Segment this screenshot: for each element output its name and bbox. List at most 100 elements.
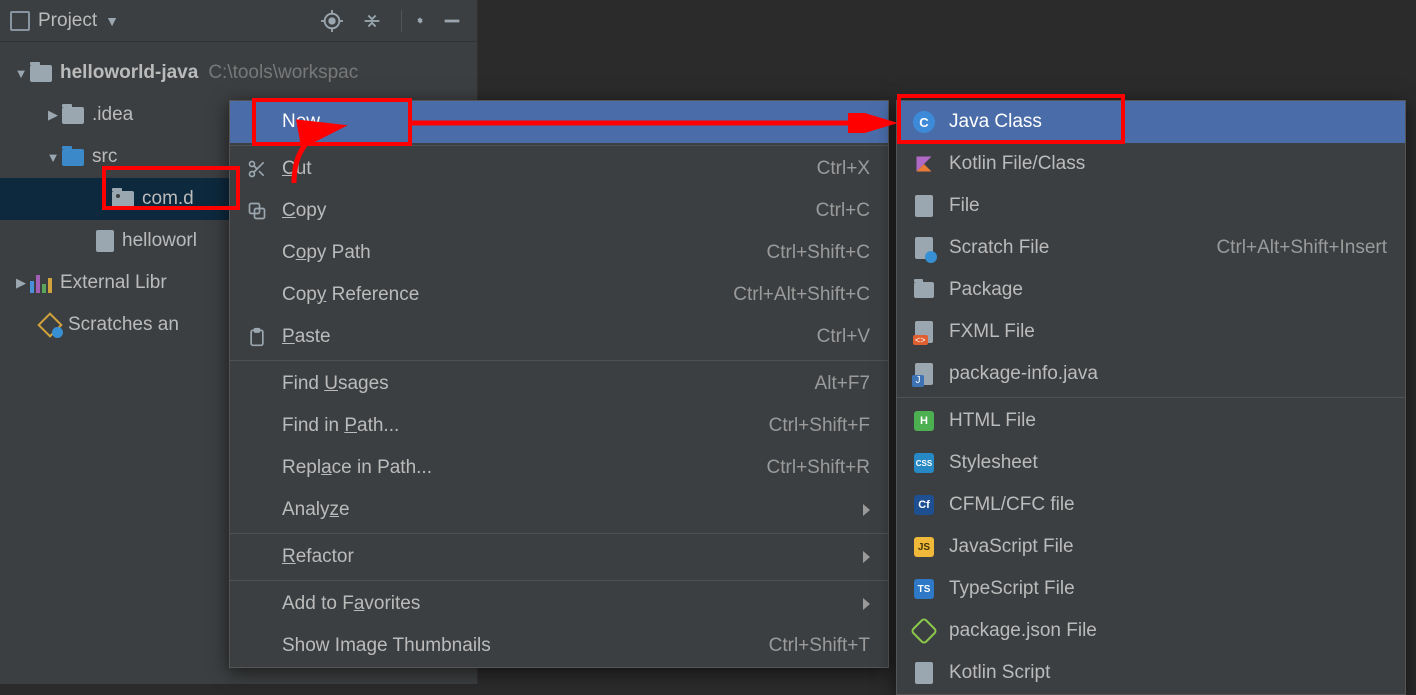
menu-label: JavaScript File [949, 536, 1074, 558]
java-file-icon [96, 230, 114, 252]
file-label: helloworl [122, 230, 197, 252]
submenu-package-json[interactable]: package.json File [897, 610, 1405, 652]
menu-label: Scratch File [949, 237, 1049, 259]
menu-find-in-path[interactable]: Find in Path... Ctrl+Shift+F [230, 405, 888, 447]
css-icon: CSS [911, 453, 937, 473]
menu-find-usages[interactable]: Find Usages Alt+F7 [230, 363, 888, 405]
submenu-fxml[interactable]: FXML File [897, 311, 1405, 353]
menu-label: Kotlin Script [949, 662, 1050, 684]
submenu-stylesheet[interactable]: CSS Stylesheet [897, 442, 1405, 484]
collapse-icon[interactable] [361, 10, 383, 32]
target-icon[interactable] [321, 10, 343, 32]
submenu-html-file[interactable]: H HTML File [897, 400, 1405, 442]
menu-label: Find Usages [282, 373, 389, 395]
menu-separator [230, 580, 888, 581]
expand-arrow-icon[interactable]: ▼ [44, 150, 62, 165]
menu-label: Copy Reference [282, 284, 419, 306]
menu-new[interactable]: New [230, 101, 888, 143]
menu-label: Package [949, 279, 1023, 301]
menu-label: TypeScript File [949, 578, 1075, 600]
menu-label: package.json File [949, 620, 1097, 642]
project-path: C:\tools\workspac [208, 62, 358, 84]
submenu-arrow-icon [863, 551, 870, 563]
sidebar-header: Project ▼ [0, 0, 477, 42]
tree-project-root[interactable]: ▼ helloworld-java C:\tools\workspac [0, 52, 477, 94]
folder-label: .idea [92, 104, 133, 126]
menu-cut[interactable]: Cut Ctrl+X [230, 148, 888, 190]
menu-copy[interactable]: Copy Ctrl+C [230, 190, 888, 232]
menu-shortcut: Ctrl+Shift+F [769, 415, 870, 437]
submenu-arrow-icon [863, 116, 870, 128]
submenu-file[interactable]: File [897, 185, 1405, 227]
submenu-scratch-file[interactable]: Scratch File Ctrl+Alt+Shift+Insert [897, 227, 1405, 269]
folder-icon [62, 107, 84, 124]
cfml-icon: Cf [911, 495, 937, 515]
menu-shortcut: Ctrl+Shift+R [767, 457, 870, 479]
menu-shortcut: Ctrl+Alt+Shift+Insert [1216, 237, 1387, 259]
menu-shortcut: Ctrl+Shift+C [767, 242, 870, 264]
menu-label: FXML File [949, 321, 1035, 343]
submenu-kotlin-script[interactable]: Kotlin Script [897, 652, 1405, 694]
menu-label: Stylesheet [949, 452, 1038, 474]
package-info-icon [911, 363, 937, 385]
cut-icon [244, 159, 270, 179]
menu-analyze[interactable]: Analyze [230, 489, 888, 531]
scratch-file-icon [911, 237, 937, 259]
expand-arrow-icon[interactable]: ▶ [44, 107, 62, 123]
scratches-label: Scratches an [68, 314, 179, 336]
menu-label: Kotlin File/Class [949, 153, 1085, 175]
menu-refactor[interactable]: Refactor [230, 536, 888, 578]
menu-shortcut: Ctrl+C [816, 200, 870, 222]
menu-shortcut: Ctrl+X [817, 158, 870, 180]
copy-icon [244, 201, 270, 221]
submenu-java-class[interactable]: C Java Class [897, 101, 1405, 143]
paste-icon [244, 327, 270, 347]
menu-label: CFML/CFC file [949, 494, 1075, 516]
menu-add-favorites[interactable]: Add to Favorites [230, 583, 888, 625]
panel-title[interactable]: Project [38, 10, 97, 32]
menu-paste[interactable]: Paste Ctrl+V [230, 316, 888, 358]
external-libs-label: External Libr [60, 272, 167, 294]
menu-label: Cut [282, 158, 312, 180]
menu-label: package-info.java [949, 363, 1098, 385]
menu-label: Java Class [949, 111, 1042, 133]
libraries-icon [30, 273, 52, 293]
dropdown-arrow-icon[interactable]: ▼ [105, 13, 119, 29]
submenu-package[interactable]: Package [897, 269, 1405, 311]
menu-separator [230, 145, 888, 146]
html-icon: H [911, 411, 937, 431]
package-folder-icon [911, 282, 937, 298]
package-icon [112, 191, 134, 208]
menu-separator [897, 397, 1405, 398]
settings-icon[interactable] [401, 10, 423, 32]
menu-label: File [949, 195, 980, 217]
expand-arrow-icon[interactable]: ▶ [12, 275, 30, 291]
project-name: helloworld-java [60, 62, 198, 84]
fxml-icon [911, 321, 937, 343]
module-icon [30, 65, 52, 82]
menu-label: Show Image Thumbnails [282, 635, 491, 657]
menu-separator [230, 533, 888, 534]
source-folder-icon [62, 149, 84, 166]
menu-copy-reference[interactable]: Copy Reference Ctrl+Alt+Shift+C [230, 274, 888, 316]
kotlin-script-icon [911, 662, 937, 684]
java-class-icon: C [911, 111, 937, 133]
minimize-icon[interactable] [441, 10, 463, 32]
panel-icon [10, 11, 30, 31]
menu-copy-path[interactable]: Copy Path Ctrl+Shift+C [230, 232, 888, 274]
submenu-arrow-icon [863, 504, 870, 516]
menu-replace-in-path[interactable]: Replace in Path... Ctrl+Shift+R [230, 447, 888, 489]
submenu-typescript[interactable]: TS TypeScript File [897, 568, 1405, 610]
expand-arrow-icon[interactable]: ▼ [12, 66, 30, 81]
submenu-kotlin[interactable]: Kotlin File/Class [897, 143, 1405, 185]
menu-label: New [282, 111, 320, 133]
submenu-package-info[interactable]: package-info.java [897, 353, 1405, 395]
menu-label: Copy [282, 200, 326, 222]
submenu-arrow-icon [863, 598, 870, 610]
menu-label: Find in Path... [282, 415, 399, 437]
submenu-javascript[interactable]: JS JavaScript File [897, 526, 1405, 568]
submenu-cfml[interactable]: Cf CFML/CFC file [897, 484, 1405, 526]
menu-show-thumbnails[interactable]: Show Image Thumbnails Ctrl+Shift+T [230, 625, 888, 667]
folder-label: src [92, 146, 117, 168]
menu-label: Analyze [282, 499, 350, 521]
